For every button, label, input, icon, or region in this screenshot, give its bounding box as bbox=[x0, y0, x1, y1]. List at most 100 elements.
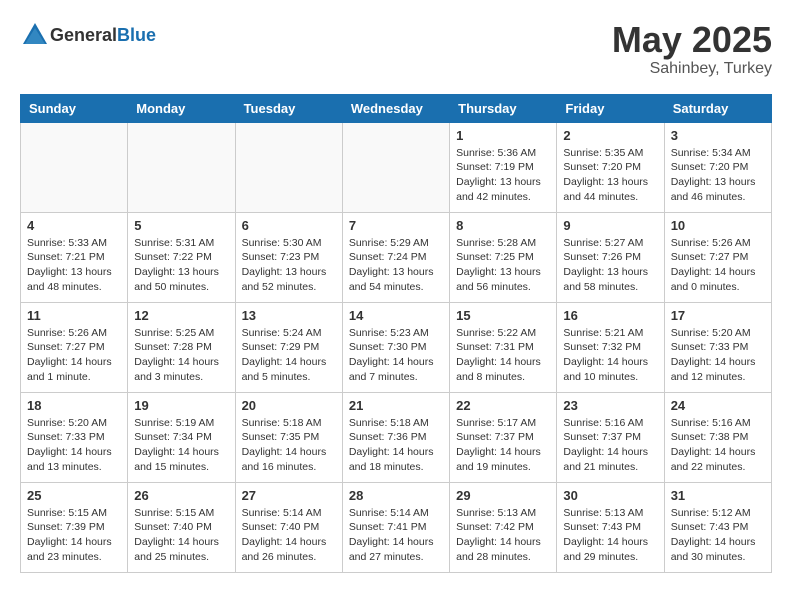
weekday-header-saturday: Saturday bbox=[664, 94, 771, 122]
calendar-cell: 24Sunrise: 5:16 AM Sunset: 7:38 PM Dayli… bbox=[664, 392, 771, 482]
day-info: Sunrise: 5:15 AM Sunset: 7:39 PM Dayligh… bbox=[27, 506, 121, 565]
day-number: 14 bbox=[349, 308, 443, 323]
weekday-header-friday: Friday bbox=[557, 94, 664, 122]
day-number: 18 bbox=[27, 398, 121, 413]
calendar-cell: 4 Sunrise: 5:33 AM Sunset: 7:21 PM Daylig… bbox=[21, 212, 128, 302]
day-info: Sunrise: 5:14 AM Sunset: 7:40 PM Dayligh… bbox=[242, 506, 336, 565]
calendar-table: SundayMondayTuesdayWednesdayThursdayFrid… bbox=[20, 94, 772, 573]
day-info: Sunrise: 5:27 AM Sunset: 7:26 PM Dayligh… bbox=[563, 236, 657, 295]
calendar-cell bbox=[235, 122, 342, 212]
day-number: 8 bbox=[456, 218, 550, 233]
day-info: Sunrise: 5:33 AM Sunset: 7:21 PM Dayligh… bbox=[27, 236, 121, 295]
calendar-cell: 10 Sunrise: 5:26 AM Sunset: 7:27 PM Dayli… bbox=[664, 212, 771, 302]
calendar-cell bbox=[128, 122, 235, 212]
day-number: 3 bbox=[671, 128, 765, 143]
day-info: Sunrise: 5:31 AM Sunset: 7:22 PM Dayligh… bbox=[134, 236, 228, 295]
day-info: Sunrise: 5:28 AM Sunset: 7:25 PM Dayligh… bbox=[456, 236, 550, 295]
calendar-cell: 29Sunrise: 5:13 AM Sunset: 7:42 PM Dayli… bbox=[450, 482, 557, 572]
month-year: May 2025 bbox=[612, 20, 772, 60]
calendar-cell: 22 Sunrise: 5:17 AM Sunset: 7:37 PM Dayli… bbox=[450, 392, 557, 482]
calendar-cell: 1 Sunrise: 5:36 AM Sunset: 7:19 PM Daylig… bbox=[450, 122, 557, 212]
day-info: Sunrise: 5:13 AM Sunset: 7:43 PM Dayligh… bbox=[563, 506, 657, 565]
day-number: 13 bbox=[242, 308, 336, 323]
calendar-cell: 21 Sunrise: 5:18 AM Sunset: 7:36 PM Dayli… bbox=[342, 392, 449, 482]
logo-icon bbox=[20, 20, 50, 50]
calendar-week-2: 4 Sunrise: 5:33 AM Sunset: 7:21 PM Daylig… bbox=[21, 212, 772, 302]
calendar-cell: 18 Sunrise: 5:20 AM Sunset: 7:33 PM Dayli… bbox=[21, 392, 128, 482]
day-number: 7 bbox=[349, 218, 443, 233]
day-info: Sunrise: 5:36 AM Sunset: 7:19 PM Dayligh… bbox=[456, 146, 550, 205]
day-info: Sunrise: 5:18 AM Sunset: 7:35 PM Dayligh… bbox=[242, 416, 336, 475]
calendar-cell: 27 Sunrise: 5:14 AM Sunset: 7:40 PM Dayli… bbox=[235, 482, 342, 572]
calendar-cell: 30Sunrise: 5:13 AM Sunset: 7:43 PM Dayli… bbox=[557, 482, 664, 572]
calendar-cell: 6 Sunrise: 5:30 AM Sunset: 7:23 PM Daylig… bbox=[235, 212, 342, 302]
day-number: 25 bbox=[27, 488, 121, 503]
day-number: 2 bbox=[563, 128, 657, 143]
day-number: 27 bbox=[242, 488, 336, 503]
day-info: Sunrise: 5:23 AM Sunset: 7:30 PM Dayligh… bbox=[349, 326, 443, 385]
day-info: Sunrise: 5:20 AM Sunset: 7:33 PM Dayligh… bbox=[671, 326, 765, 385]
calendar-cell: 20 Sunrise: 5:18 AM Sunset: 7:35 PM Dayli… bbox=[235, 392, 342, 482]
day-info: Sunrise: 5:26 AM Sunset: 7:27 PM Dayligh… bbox=[27, 326, 121, 385]
day-info: Sunrise: 5:26 AM Sunset: 7:27 PM Dayligh… bbox=[671, 236, 765, 295]
day-number: 11 bbox=[27, 308, 121, 323]
weekday-header-row: SundayMondayTuesdayWednesdayThursdayFrid… bbox=[21, 94, 772, 122]
day-info: Sunrise: 5:14 AM Sunset: 7:41 PM Dayligh… bbox=[349, 506, 443, 565]
logo-text-general: General bbox=[50, 25, 117, 46]
day-number: 20 bbox=[242, 398, 336, 413]
calendar-cell: 3 Sunrise: 5:34 AM Sunset: 7:20 PM Daylig… bbox=[664, 122, 771, 212]
day-info: Sunrise: 5:20 AM Sunset: 7:33 PM Dayligh… bbox=[27, 416, 121, 475]
day-number: 6 bbox=[242, 218, 336, 233]
day-number: 5 bbox=[134, 218, 228, 233]
weekday-header-monday: Monday bbox=[128, 94, 235, 122]
calendar-cell: 17Sunrise: 5:20 AM Sunset: 7:33 PM Dayli… bbox=[664, 302, 771, 392]
calendar-cell: 31Sunrise: 5:12 AM Sunset: 7:43 PM Dayli… bbox=[664, 482, 771, 572]
page-header: General Blue May 2025 Sahinbey, Turkey bbox=[20, 20, 772, 78]
day-number: 22 bbox=[456, 398, 550, 413]
weekday-header-sunday: Sunday bbox=[21, 94, 128, 122]
calendar-cell: 14 Sunrise: 5:23 AM Sunset: 7:30 PM Dayli… bbox=[342, 302, 449, 392]
logo-text-blue: Blue bbox=[117, 25, 156, 46]
calendar-cell: 9 Sunrise: 5:27 AM Sunset: 7:26 PM Daylig… bbox=[557, 212, 664, 302]
weekday-header-wednesday: Wednesday bbox=[342, 94, 449, 122]
calendar-cell: 19Sunrise: 5:19 AM Sunset: 7:34 PM Dayli… bbox=[128, 392, 235, 482]
calendar-cell: 5 Sunrise: 5:31 AM Sunset: 7:22 PM Daylig… bbox=[128, 212, 235, 302]
day-number: 4 bbox=[27, 218, 121, 233]
day-number: 1 bbox=[456, 128, 550, 143]
calendar-cell: 26 Sunrise: 5:15 AM Sunset: 7:40 PM Dayli… bbox=[128, 482, 235, 572]
calendar-cell: 23 Sunrise: 5:16 AM Sunset: 7:37 PM Dayli… bbox=[557, 392, 664, 482]
location: Sahinbey, Turkey bbox=[612, 60, 772, 78]
day-info: Sunrise: 5:30 AM Sunset: 7:23 PM Dayligh… bbox=[242, 236, 336, 295]
day-info: Sunrise: 5:34 AM Sunset: 7:20 PM Dayligh… bbox=[671, 146, 765, 205]
logo: General Blue bbox=[20, 20, 156, 50]
day-info: Sunrise: 5:16 AM Sunset: 7:37 PM Dayligh… bbox=[563, 416, 657, 475]
day-number: 15 bbox=[456, 308, 550, 323]
calendar-week-1: 1 Sunrise: 5:36 AM Sunset: 7:19 PM Daylig… bbox=[21, 122, 772, 212]
day-info: Sunrise: 5:35 AM Sunset: 7:20 PM Dayligh… bbox=[563, 146, 657, 205]
day-number: 9 bbox=[563, 218, 657, 233]
day-number: 31 bbox=[671, 488, 765, 503]
day-number: 21 bbox=[349, 398, 443, 413]
calendar-cell: 25 Sunrise: 5:15 AM Sunset: 7:39 PM Dayli… bbox=[21, 482, 128, 572]
day-info: Sunrise: 5:17 AM Sunset: 7:37 PM Dayligh… bbox=[456, 416, 550, 475]
calendar-week-4: 18 Sunrise: 5:20 AM Sunset: 7:33 PM Dayli… bbox=[21, 392, 772, 482]
day-number: 29 bbox=[456, 488, 550, 503]
weekday-header-tuesday: Tuesday bbox=[235, 94, 342, 122]
day-number: 16 bbox=[563, 308, 657, 323]
calendar-cell: 11 Sunrise: 5:26 AM Sunset: 7:27 PM Dayli… bbox=[21, 302, 128, 392]
calendar-cell: 16Sunrise: 5:21 AM Sunset: 7:32 PM Dayli… bbox=[557, 302, 664, 392]
day-number: 10 bbox=[671, 218, 765, 233]
day-info: Sunrise: 5:25 AM Sunset: 7:28 PM Dayligh… bbox=[134, 326, 228, 385]
day-info: Sunrise: 5:29 AM Sunset: 7:24 PM Dayligh… bbox=[349, 236, 443, 295]
day-info: Sunrise: 5:18 AM Sunset: 7:36 PM Dayligh… bbox=[349, 416, 443, 475]
calendar-cell: 13 Sunrise: 5:24 AM Sunset: 7:29 PM Dayli… bbox=[235, 302, 342, 392]
day-info: Sunrise: 5:24 AM Sunset: 7:29 PM Dayligh… bbox=[242, 326, 336, 385]
calendar-cell: 28Sunrise: 5:14 AM Sunset: 7:41 PM Dayli… bbox=[342, 482, 449, 572]
day-number: 12 bbox=[134, 308, 228, 323]
day-number: 26 bbox=[134, 488, 228, 503]
day-info: Sunrise: 5:22 AM Sunset: 7:31 PM Dayligh… bbox=[456, 326, 550, 385]
calendar-week-5: 25 Sunrise: 5:15 AM Sunset: 7:39 PM Dayli… bbox=[21, 482, 772, 572]
day-info: Sunrise: 5:15 AM Sunset: 7:40 PM Dayligh… bbox=[134, 506, 228, 565]
day-number: 24 bbox=[671, 398, 765, 413]
day-number: 23 bbox=[563, 398, 657, 413]
